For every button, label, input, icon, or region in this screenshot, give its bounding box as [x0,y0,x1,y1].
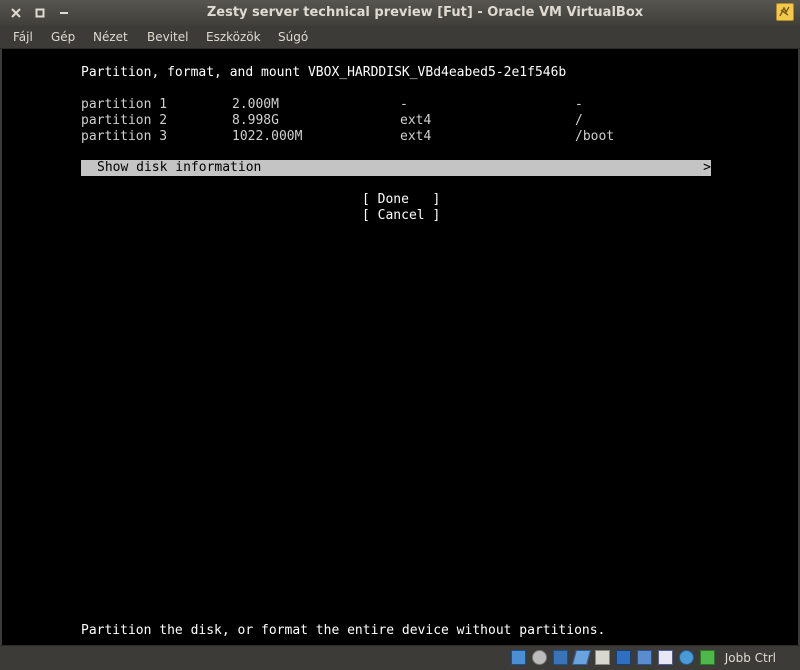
partition-name: partition 2 [81,113,168,128]
page-heading: Partition, format, and mount VBOX_HARDDI… [81,65,567,80]
close-icon [11,8,21,18]
partition-name: partition 3 [81,129,168,144]
show-disk-information-option[interactable]: Show disk information > [81,160,711,176]
option-label: Show disk information [97,160,262,175]
virtualbox-app-icon [776,3,794,21]
partition-mount: /boot [575,129,615,144]
title-bar: Zesty server technical preview [Fut] - O… [0,0,800,26]
optical-drive-icon[interactable] [532,650,547,665]
menu-devices[interactable]: Eszközök [206,26,261,48]
partition-name: partition 1 [81,97,168,112]
maximize-button[interactable] [30,3,50,23]
footer-hint: Partition the disk, or format the entire… [81,623,606,638]
partition-fs: ext4 [400,113,432,128]
host-key-label: Jobb Ctrl [724,651,776,665]
partition-size: 2.000M [232,97,279,112]
mouse-integration-icon[interactable] [679,650,694,665]
partition-size: 8.998G [232,113,279,128]
display-icon[interactable] [616,650,631,665]
partition-fs: ext4 [400,129,432,144]
partition-fs: - [400,97,408,112]
menu-input[interactable]: Bevitel [147,26,188,48]
video-capture-icon[interactable] [637,650,652,665]
menu-file[interactable]: Fájl [13,26,33,48]
keyboard-icon[interactable] [700,650,715,665]
usb-icon[interactable] [571,650,592,665]
menu-help[interactable]: Súgó [278,26,308,48]
chevron-right-icon: > [703,160,711,175]
virtualization-icon[interactable] [658,650,673,665]
partition-mount: - [575,97,583,112]
maximize-icon [35,8,45,18]
status-bar: Jobb Ctrl [0,645,800,670]
menu-view[interactable]: Nézet [93,26,128,48]
hard-disk-icon[interactable] [511,650,526,665]
partition-mount: / [575,113,583,128]
minimize-icon [60,12,68,14]
menu-bar: Fájl Gép Nézet Bevitel Eszközök Súgó [0,26,800,49]
cancel-button[interactable]: [ Cancel ] [362,208,440,224]
vm-screen[interactable]: Partition, format, and mount VBOX_HARDDI… [2,49,798,645]
done-button[interactable]: [ Done ] [362,192,440,208]
minimize-button[interactable] [54,3,74,23]
menu-machine[interactable]: Gép [51,26,75,48]
shared-folders-icon[interactable] [595,650,610,665]
partition-size: 1022.000M [232,129,303,144]
network-icon[interactable] [553,650,568,665]
close-button[interactable] [6,3,26,23]
window-title: Zesty server technical preview [Fut] - O… [206,5,644,20]
